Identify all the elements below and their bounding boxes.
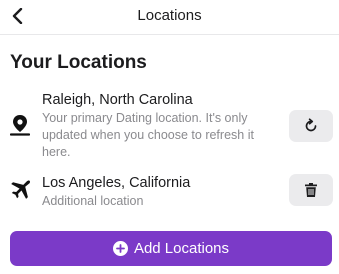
add-locations-button[interactable]: Add Locations [10, 231, 332, 266]
map-pin-icon [9, 114, 31, 136]
plus-circle-icon [112, 241, 128, 256]
add-locations-label: Add Locations [133, 240, 230, 257]
location-name: Raleigh, North Carolina [42, 92, 193, 108]
page-title: Locations [137, 7, 202, 24]
location-description: Your primary Dating location. It's only … [42, 111, 254, 159]
location-description: Additional location [42, 194, 144, 208]
location-name: Los Angeles, California [42, 175, 191, 191]
delete-location-button[interactable] [289, 174, 333, 206]
section-title: Your Locations [10, 52, 147, 73]
refresh-location-button[interactable] [289, 110, 333, 142]
refresh-icon [305, 118, 317, 132]
top-bar: Locations [0, 0, 339, 35]
airplane-icon [9, 179, 31, 201]
trash-icon [305, 183, 317, 197]
